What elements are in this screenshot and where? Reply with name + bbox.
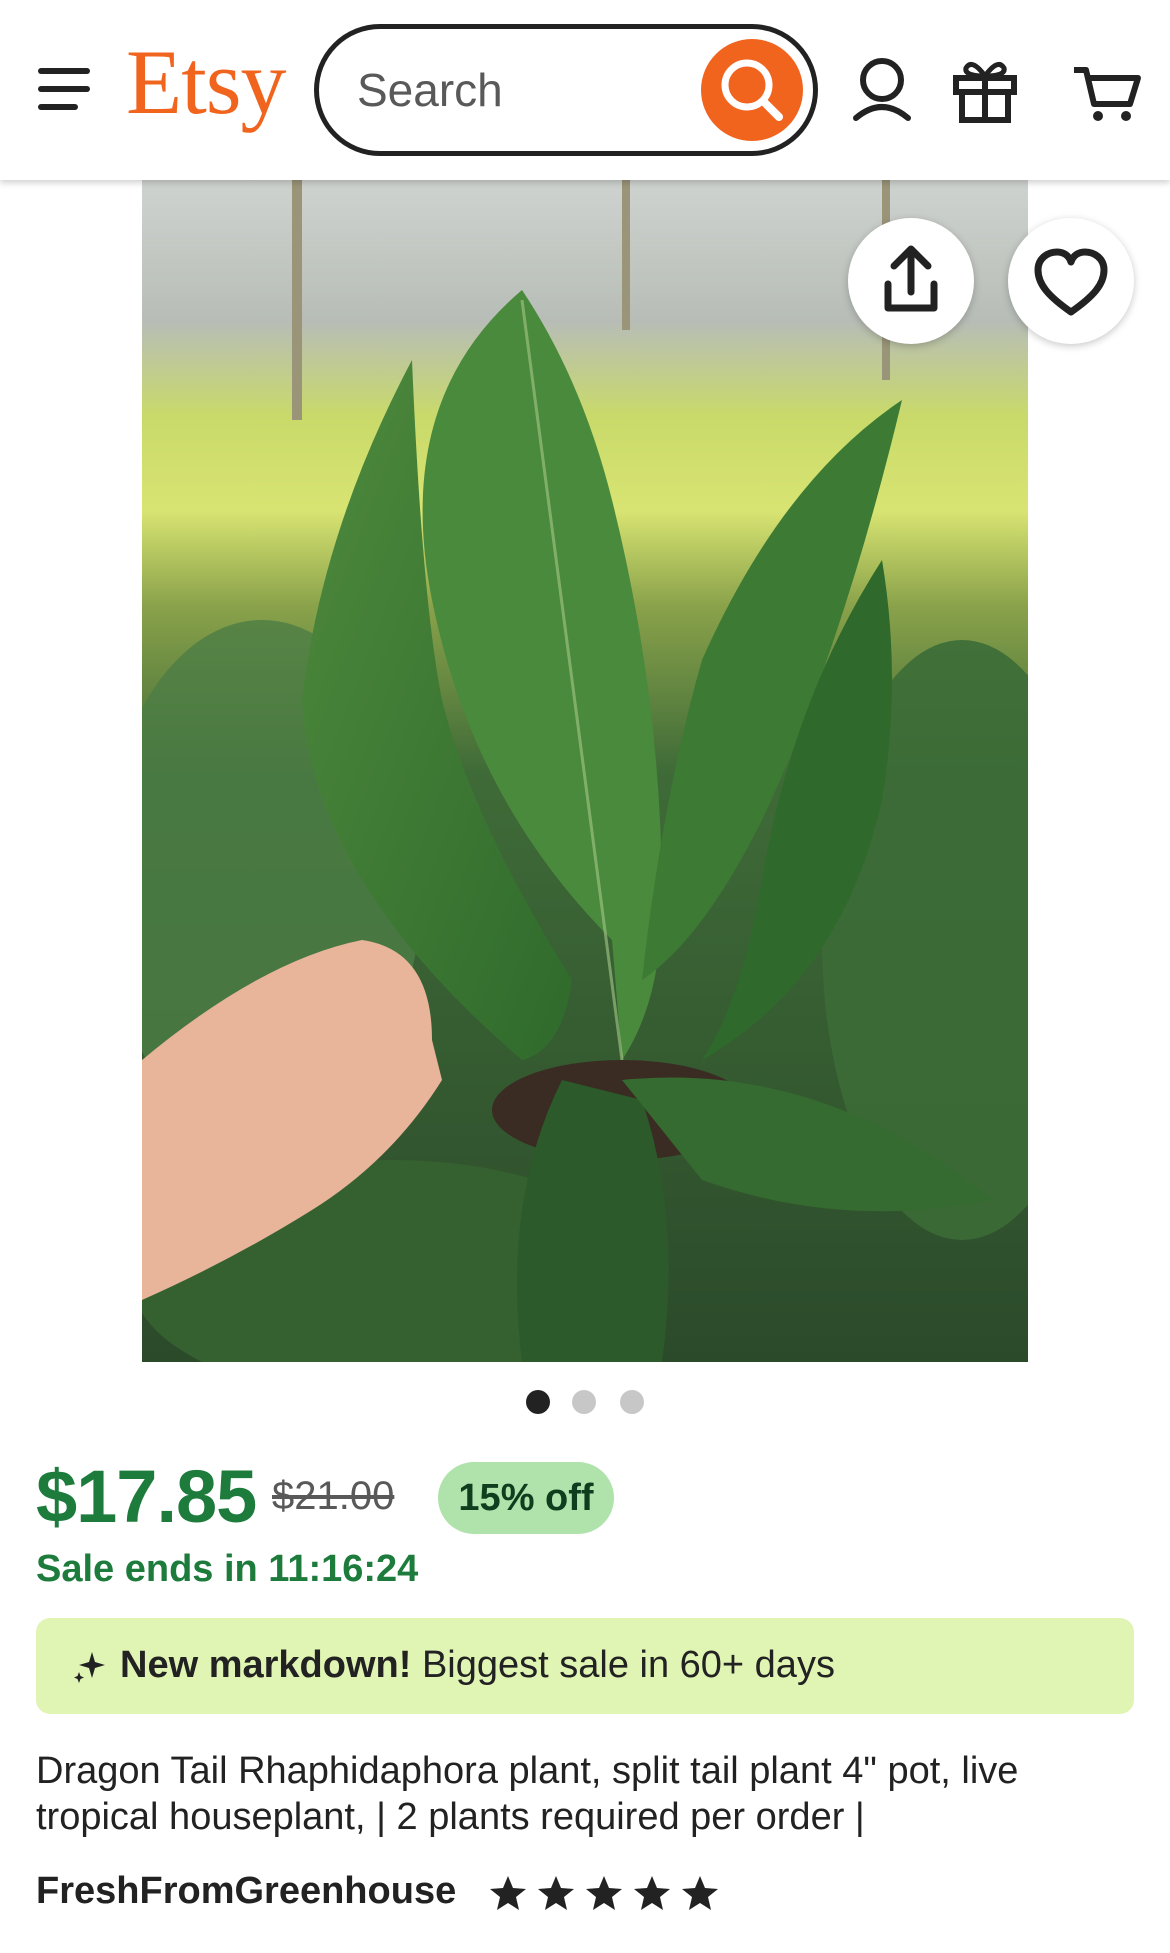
account-button[interactable]	[848, 52, 928, 132]
favorite-button[interactable]	[1008, 218, 1134, 344]
sparkle-icon	[74, 1652, 105, 1683]
gift-button[interactable]	[950, 52, 1030, 132]
star-icon	[490, 1876, 526, 1910]
shop-name-link[interactable]: FreshFromGreenhouse	[36, 1870, 456, 1913]
sale-countdown: Sale ends in 11:16:24	[36, 1548, 419, 1590]
account-icon	[853, 58, 911, 121]
cart-icon	[1074, 67, 1141, 121]
share-icon	[884, 245, 938, 312]
cart-button[interactable]	[1070, 52, 1150, 132]
top-header: Etsy	[0, 0, 1170, 180]
discount-badge: 15% off	[438, 1462, 614, 1534]
pagination-dot[interactable]	[526, 1390, 550, 1414]
sale-price: $17.85	[36, 1455, 257, 1538]
markdown-bold: New markdown!	[120, 1644, 412, 1686]
search-input[interactable]	[357, 59, 677, 121]
star-icon	[586, 1876, 622, 1910]
markdown-banner: New markdown! Biggest sale in 60+ days	[36, 1618, 1134, 1714]
pagination-dot[interactable]	[620, 1390, 644, 1414]
plant-photo-illustration	[142, 180, 1028, 1362]
favorite-heart-icon	[1034, 248, 1108, 316]
markdown-detail: Biggest sale in 60+ days	[411, 1644, 835, 1686]
search-icon	[721, 59, 783, 121]
listing-photo[interactable]	[142, 180, 1028, 1362]
share-button[interactable]	[848, 218, 974, 344]
gift-icon	[953, 61, 1017, 123]
markdown-text: New markdown! Biggest sale in 60+ days	[120, 1644, 835, 1687]
star-icon	[538, 1876, 574, 1910]
menu-icon[interactable]	[30, 62, 100, 118]
search-bar[interactable]	[314, 24, 818, 156]
pagination-dot[interactable]	[572, 1390, 596, 1414]
search-button[interactable]	[701, 39, 803, 141]
etsy-logo[interactable]: Etsy	[126, 36, 287, 128]
gallery-pagination	[0, 1388, 1170, 1416]
star-rating-icons	[490, 1876, 718, 1910]
original-price: $21.00	[272, 1474, 395, 1518]
listing-title: Dragon Tail Rhaphidaphora plant, split t…	[36, 1750, 1019, 1838]
star-icon	[682, 1876, 718, 1910]
star-icon	[634, 1876, 670, 1910]
shop-rating-stars	[486, 1868, 726, 1918]
